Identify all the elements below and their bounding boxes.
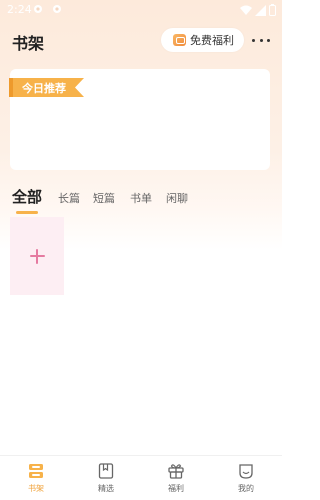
book-icon <box>98 463 114 479</box>
sync-status-icon <box>53 5 61 13</box>
recommend-label: 今日推荐 <box>22 81 66 95</box>
header: 书架 免费福利 <box>0 26 282 56</box>
bookshelf-icon <box>29 464 43 478</box>
nav-bookshelf-label: 书架 <box>28 484 44 493</box>
status-bar: 2:24 <box>0 0 282 20</box>
nav-mine[interactable]: 我的 <box>226 462 266 498</box>
active-tab-indicator <box>16 211 38 214</box>
plus-icon <box>29 248 45 264</box>
status-time: 2:24 <box>7 3 32 16</box>
settings-status-icon <box>34 5 42 13</box>
tab-all[interactable]: 全部 <box>12 185 42 209</box>
tab-long[interactable]: 长篇 <box>58 187 80 211</box>
gift-box-icon <box>168 464 184 479</box>
recommend-card[interactable]: 今日推荐 <box>9 69 270 170</box>
page-title: 书架 <box>12 34 45 53</box>
bottom-nav: 书架 精选 福利 我的 <box>0 455 282 500</box>
app-screen: 2:24 书架 免费福利 今日推荐 全部 长篇 短篇 书单 闲聊 书架 精选 福… <box>0 0 282 500</box>
free-welfare-button[interactable]: 免费福利 <box>161 28 244 52</box>
nav-bookshelf[interactable]: 书架 <box>16 462 56 498</box>
nav-featured[interactable]: 精选 <box>86 462 126 498</box>
free-welfare-label: 免费福利 <box>190 34 234 47</box>
nav-featured-label: 精选 <box>98 484 114 493</box>
nav-mine-label: 我的 <box>238 484 254 493</box>
status-right-icons <box>240 3 276 17</box>
add-book-button[interactable] <box>10 217 64 295</box>
signal-icon <box>255 4 266 16</box>
recommend-ribbon: 今日推荐 <box>9 78 84 97</box>
nav-welfare[interactable]: 福利 <box>156 462 196 498</box>
tab-booklist[interactable]: 书单 <box>130 187 152 211</box>
smile-icon <box>239 464 253 479</box>
wifi-icon <box>240 5 252 15</box>
tab-short[interactable]: 短篇 <box>93 187 115 211</box>
gift-icon <box>173 34 186 46</box>
battery-icon <box>269 4 276 16</box>
nav-welfare-label: 福利 <box>168 484 184 493</box>
category-tabs: 全部 长篇 短篇 书单 闲聊 <box>0 185 282 215</box>
more-icon[interactable] <box>252 38 270 42</box>
tab-chat[interactable]: 闲聊 <box>166 187 188 211</box>
